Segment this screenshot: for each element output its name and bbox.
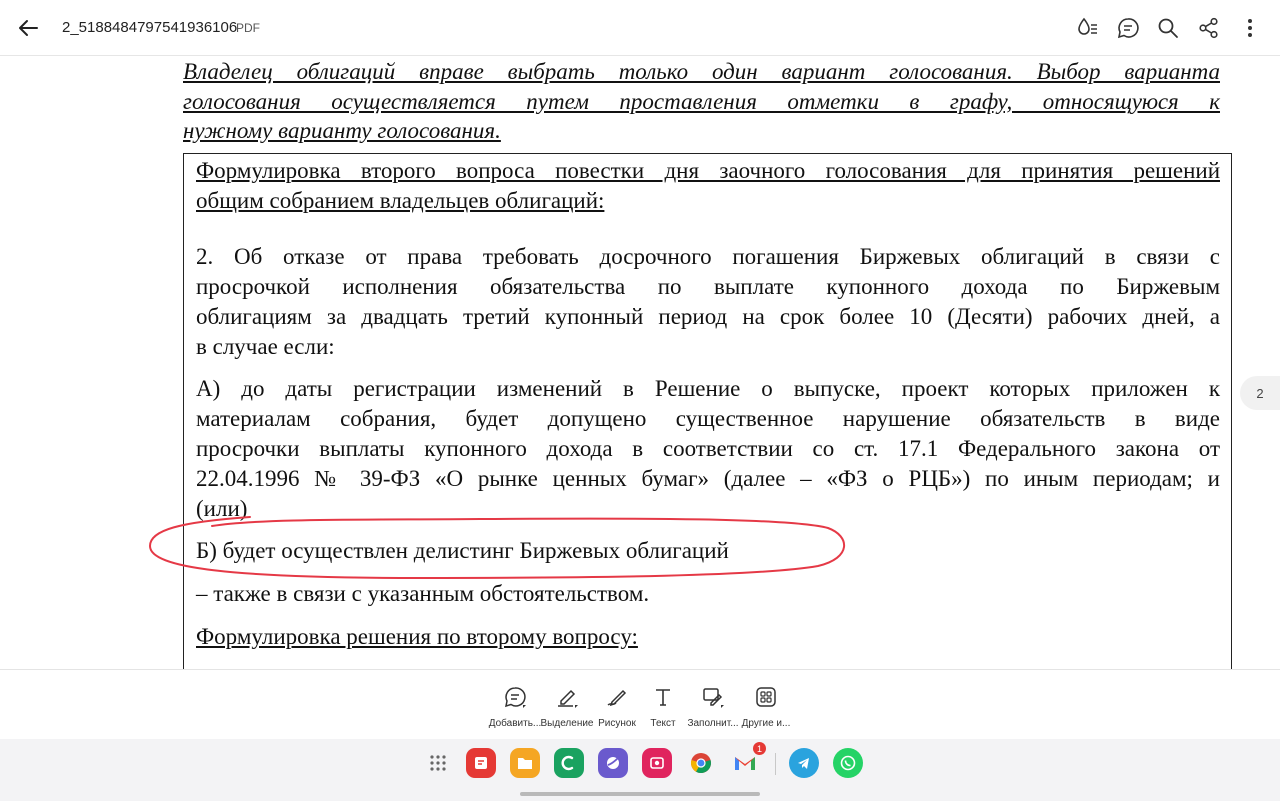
- text-line: 22.04.1996 № 39-ФЗ «О рынке ценных бумаг…: [196, 466, 1220, 491]
- chrome-app-icon[interactable]: [686, 748, 716, 778]
- text-line: просрочкой исполнения обязательства по в…: [196, 274, 1220, 299]
- text-line: Б) будет осуществлен делистинг Биржевых …: [196, 538, 729, 563]
- question-heading: Формулировка второго вопроса повестки дн…: [196, 156, 1220, 215]
- phone-app-icon[interactable]: [554, 748, 584, 778]
- decision-heading: Формулировка решения по второму вопросу:: [196, 622, 1220, 652]
- back-arrow-icon[interactable]: [12, 10, 44, 46]
- text-line: материалам собрания, будет допущено суще…: [196, 406, 1220, 431]
- app-top-bar: 2_5188484797541936106 PDF: [0, 0, 1280, 56]
- text-line: 2. Об отказе от права требовать досрочно…: [196, 244, 1220, 269]
- files-app-icon[interactable]: [510, 748, 540, 778]
- voting-instruction-text: Владелец облигаций вправе выбрать только…: [183, 57, 1220, 146]
- telegram-app-icon[interactable]: [789, 748, 819, 778]
- text-line: Формулировка второго вопроса повестки дн…: [196, 158, 1220, 183]
- text-line: голосования осуществляется путем простав…: [183, 88, 1220, 114]
- search-icon[interactable]: [1152, 12, 1184, 44]
- notification-badge: 1: [753, 742, 766, 755]
- file-type-label: PDF: [236, 21, 260, 35]
- text-line: общим собранием владельцев облигаций:: [196, 187, 605, 213]
- text-line: А) до даты регистрации изменений в Решен…: [196, 376, 1220, 401]
- gmail-app-icon[interactable]: 1: [730, 742, 766, 778]
- question-box: Формулировка второго вопроса повестки дн…: [183, 153, 1232, 669]
- text-line: просрочки выплаты купонного дохода в соо…: [196, 436, 1220, 461]
- pdf-page-view[interactable]: Владелец облигаций вправе выбрать только…: [0, 56, 1280, 669]
- text-line: Формулировка решения по второму вопросу:: [196, 624, 638, 649]
- page-number-indicator[interactable]: 2: [1240, 376, 1280, 410]
- fill-sign-icon: [700, 684, 726, 710]
- taskbar-divider: [775, 753, 776, 775]
- text-icon: [650, 684, 676, 710]
- question-paragraph: 2. Об отказе от права требовать досрочно…: [196, 242, 1220, 362]
- gesture-home-bar[interactable]: [520, 792, 760, 796]
- tool-label: Другие и...: [741, 718, 791, 729]
- text-line: нужному варианту голосования.: [183, 118, 501, 143]
- whatsapp-app-icon[interactable]: [833, 748, 863, 778]
- apps-grid-icon[interactable]: [423, 748, 453, 778]
- notes-app-icon[interactable]: [466, 748, 496, 778]
- gallery-app-icon[interactable]: [642, 748, 672, 778]
- annotation-toolbar: Добавить... Выделение Рисунок Текст Запо…: [0, 669, 1280, 739]
- internet-app-icon[interactable]: [598, 748, 628, 778]
- system-taskbar: 1: [0, 739, 1280, 801]
- text-line: облигациям за двадцать третий купонный п…: [196, 304, 1220, 329]
- add-comment-icon: [502, 684, 528, 710]
- more-vert-icon[interactable]: [1234, 12, 1266, 44]
- tool-more[interactable]: Другие и...: [736, 682, 796, 736]
- highlighter-icon: [554, 684, 580, 710]
- more-tools-icon: [753, 684, 779, 710]
- pen-draw-icon: [604, 684, 630, 710]
- text-line: (или): [196, 496, 248, 521]
- circumstance-paragraph: – также в связи с указанным обстоятельст…: [196, 579, 1220, 609]
- text-line: в случае если:: [196, 334, 335, 359]
- condition-b-paragraph: Б) будет осуществлен делистинг Биржевых …: [196, 536, 1220, 566]
- read-mode-icon[interactable]: [1072, 12, 1104, 44]
- text-line: – также в связи с указанным обстоятельст…: [196, 581, 650, 606]
- comments-icon[interactable]: [1112, 12, 1144, 44]
- share-icon[interactable]: [1193, 12, 1225, 44]
- text-line: Владелец облигаций вправе выбрать только…: [183, 59, 1220, 84]
- condition-a-paragraph: А) до даты регистрации изменений в Решен…: [196, 374, 1220, 524]
- document-title: 2_5188484797541936106: [62, 19, 238, 36]
